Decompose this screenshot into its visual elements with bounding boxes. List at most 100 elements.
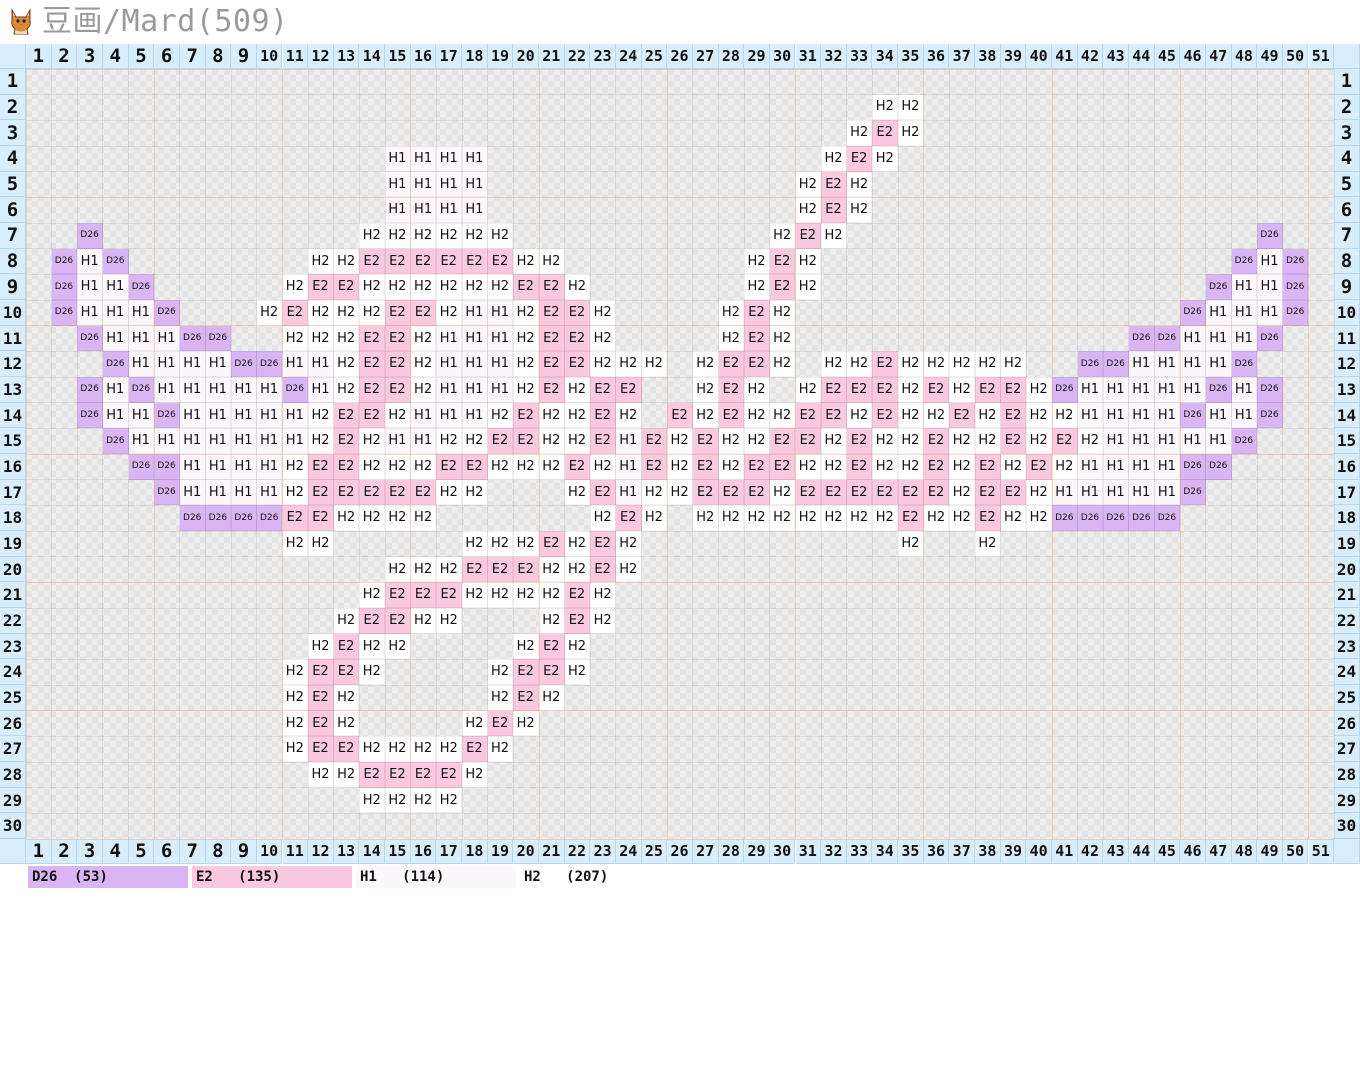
bead-cell-h1: H1 — [410, 428, 437, 455]
row-header: 29 — [1334, 787, 1360, 814]
bead-cell-h2: H2 — [590, 582, 616, 609]
bead-cell-d26: D26 — [1205, 274, 1232, 301]
bead-cell-h2: H2 — [436, 556, 463, 583]
bead-cell-h1: H1 — [128, 351, 155, 378]
bead-cell-e2: E2 — [923, 454, 950, 480]
column-header: 46 — [1180, 839, 1206, 864]
bead-cell-h1: H1 — [1231, 325, 1258, 352]
bead-cell-d26: D26 — [256, 351, 283, 378]
column-header: 6 — [154, 44, 180, 69]
bead-cell-h1: H1 — [179, 454, 206, 480]
grid-line — [26, 222, 1335, 224]
bead-cell-e2: E2 — [744, 300, 770, 326]
column-header: 11 — [282, 44, 309, 69]
bead-cell-e2: E2 — [641, 428, 668, 455]
bead-cell-d26: D26 — [1282, 248, 1309, 275]
column-header: 40 — [1026, 839, 1052, 864]
bead-cell-d26: D26 — [1154, 505, 1181, 532]
bead-cell-h2: H2 — [1000, 351, 1027, 378]
column-header: 47 — [1205, 44, 1232, 69]
column-header: 3 — [77, 44, 103, 69]
bead-cell-h2: H2 — [539, 454, 565, 480]
bead-cell-h2: H2 — [744, 377, 770, 403]
grid-line — [26, 68, 1335, 70]
row-header: 1 — [1334, 69, 1360, 95]
bead-cell-h2: H2 — [333, 377, 360, 403]
bead-cell-e2: E2 — [692, 428, 719, 455]
bead-cell-h2: H2 — [898, 377, 924, 403]
column-header: 44 — [1128, 44, 1155, 69]
bead-cell-h2: H2 — [1026, 479, 1052, 506]
bead-cell-e2: E2 — [718, 377, 745, 403]
grid-line — [26, 402, 1335, 404]
bead-cell-h1: H1 — [1257, 300, 1283, 326]
bead-cell-h1: H1 — [1103, 479, 1129, 506]
bead-cell-h2: H2 — [564, 556, 591, 583]
bead-cell-h2: H2 — [333, 710, 360, 737]
bead-cell-h1: H1 — [102, 274, 129, 301]
bead-cell-e2: E2 — [667, 402, 693, 429]
bead-cell-h1: H1 — [1128, 351, 1155, 378]
column-header: 2 — [51, 839, 78, 864]
row-header: 14 — [1334, 402, 1360, 429]
bead-cell-h1: H1 — [462, 377, 488, 403]
bead-cell-e2: E2 — [359, 479, 386, 506]
bead-cell-h1: H1 — [462, 402, 488, 429]
row-header: 12 — [0, 351, 26, 378]
grid-line — [26, 196, 1335, 198]
row-header: 4 — [0, 146, 26, 172]
bead-cell-e2: E2 — [539, 325, 565, 352]
bead-cell-h2: H2 — [590, 608, 616, 634]
bead-cell-h2: H2 — [872, 428, 899, 455]
bead-cell-h1: H1 — [1103, 454, 1129, 480]
bead-cell-e2: E2 — [846, 428, 873, 455]
bead-cell-h2: H2 — [769, 351, 796, 378]
bead-cell-h1: H1 — [385, 146, 411, 172]
grid-line — [26, 376, 1335, 378]
bead-cell-h2: H2 — [333, 300, 360, 326]
grid-line — [26, 684, 1335, 686]
bead-cell-h2: H2 — [359, 582, 386, 609]
bead-cell-h2: H2 — [462, 762, 488, 788]
bead-cell-d26: D26 — [1180, 300, 1206, 326]
column-header: 7 — [179, 839, 206, 864]
bead-cell-h2: H2 — [564, 428, 591, 455]
column-header: 29 — [744, 839, 770, 864]
bead-cell-h2: H2 — [1052, 454, 1078, 480]
bead-cell-h2: H2 — [333, 248, 360, 275]
row-header: 30 — [0, 813, 26, 840]
bead-cell-h2: H2 — [564, 479, 591, 506]
bead-cell-h2: H2 — [795, 505, 822, 532]
bead-cell-h2: H2 — [513, 531, 539, 557]
row-header: 11 — [0, 325, 26, 352]
bead-cell-h2: H2 — [513, 582, 539, 609]
bead-cell-h2: H2 — [410, 787, 437, 814]
bead-cell-h2: H2 — [308, 300, 334, 326]
bead-cell-h2: H2 — [385, 402, 411, 429]
page-title: 豆画/Mard(509) — [42, 4, 289, 39]
bead-cell-d26: D26 — [1180, 402, 1206, 429]
bead-cell-e2: E2 — [564, 608, 591, 634]
bead-cell-h2: H2 — [821, 428, 847, 455]
column-header: 5 — [128, 44, 155, 69]
bead-cell-h2: H2 — [282, 274, 309, 301]
bead-cell-d26: D26 — [1128, 325, 1155, 352]
grid-line — [26, 273, 1335, 275]
bead-cell-e2: E2 — [898, 505, 924, 532]
column-header: 32 — [821, 839, 847, 864]
bead-cell-h1: H1 — [77, 300, 103, 326]
bead-cell-d26: D26 — [51, 300, 78, 326]
bead-cell-h1: H1 — [179, 479, 206, 506]
bead-cell-e2: E2 — [359, 377, 386, 403]
bead-cell-h1: H1 — [231, 454, 257, 480]
bead-cell-e2: E2 — [718, 402, 745, 429]
row-header: 6 — [0, 197, 26, 223]
column-header: 19 — [487, 839, 514, 864]
bead-cell-h2: H2 — [975, 428, 1001, 455]
row-header: 17 — [1334, 479, 1360, 506]
column-header: 10 — [256, 839, 283, 864]
row-header: 24 — [1334, 659, 1360, 686]
row-header: 16 — [1334, 454, 1360, 480]
bead-cell-d26: D26 — [1231, 351, 1258, 378]
grid-line — [26, 607, 1335, 609]
